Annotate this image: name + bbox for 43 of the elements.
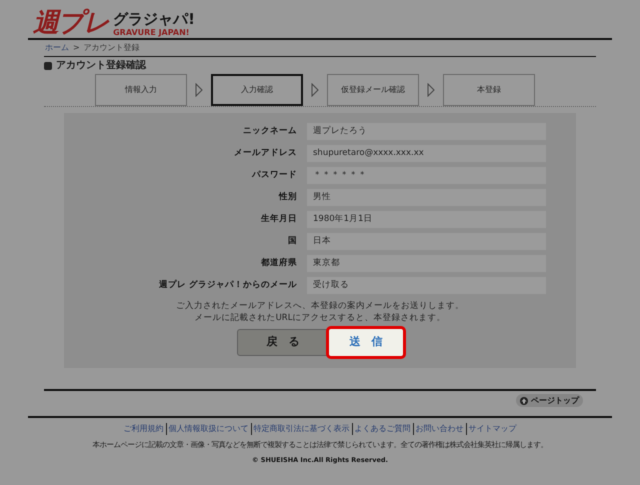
step-arrow-icon [427,82,435,96]
footer-link[interactable]: ご利用規約 [122,423,166,435]
footer-link[interactable]: 個人情報取扱について [166,423,250,435]
field-value: 日本 [307,233,546,250]
submit-button[interactable]: 送 信 [329,329,403,356]
breadcrumb-current: アカウント登録 [84,42,140,54]
section-heading: アカウント登録確認 [56,58,146,73]
notice-text: ご入力されたメールアドレスへ、本登録の案内メールをお送りします。 [176,300,464,312]
breadcrumb-link[interactable]: ホーム [45,42,69,54]
field-label: 週プレ グラジャパ！からのメール [158,279,297,292]
field-value: 1980年1月1日 [307,211,546,228]
field-value: 受け取る [307,277,546,294]
heading-bullet-icon [44,62,52,70]
field-label: メールアドレス [233,147,297,160]
field-label: ニックネーム [242,125,297,138]
step-arrow-icon [311,82,319,96]
field-value: 東京都 [307,255,546,272]
logo-text[interactable]: 週プレ [33,8,110,38]
field-label: 都道府県 [260,257,297,270]
field-value: shupuretaro@xxxx.xxx.xx [307,145,546,162]
field-label: パスワード [250,169,297,182]
step-box: 仮登録メール確認 [327,74,419,106]
field-value: ＊＊＊＊＊＊ [307,167,546,184]
field-label: 生年月日 [260,213,297,226]
logo-tagline: GRAVURE JAPAN! [113,28,190,38]
footer-link[interactable]: お問い合わせ [412,423,466,435]
footer-link[interactable]: よくあるご質問 [352,423,412,435]
back-button[interactable]: 戻 る [237,329,329,356]
up-arrow-icon [520,396,528,404]
field-value: 男性 [307,189,546,206]
breadcrumb-separator: > [73,42,80,54]
footer-link[interactable]: 特定商取引法に基づく表示 [250,423,352,435]
field-value: 週プレたろう [307,123,546,140]
field-label: 性別 [278,191,297,204]
step-box: 入力確認 [211,74,303,106]
field-label: 国 [287,235,297,248]
step-arrow-icon [195,82,203,96]
logo-text: グラジャパ! [113,11,195,28]
step-box: 本登録 [443,74,535,106]
footer-link[interactable]: サイトマップ [466,423,518,435]
page-top-button[interactable]: ページトップ [516,394,583,407]
notice-text: メールに記載されたURLにアクセスすると、本登録されます。 [194,312,446,324]
step-box: 情報入力 [95,74,187,106]
